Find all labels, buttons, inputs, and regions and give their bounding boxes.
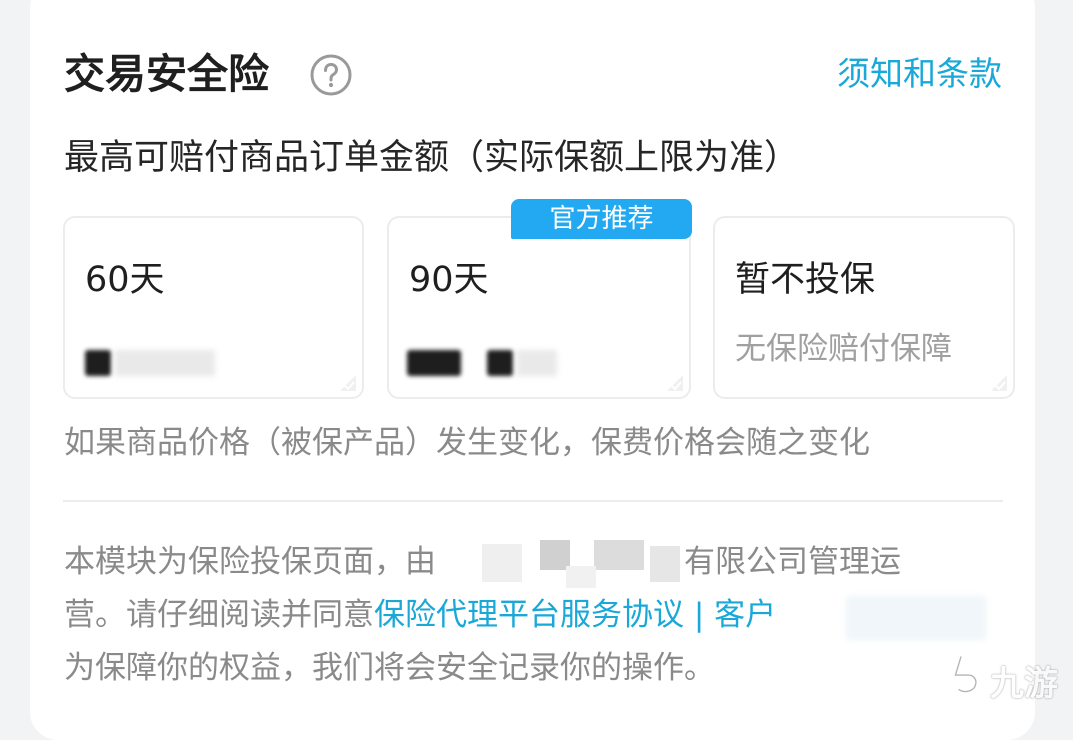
footer-text: 本模块为保险投保页面，由 (64, 544, 436, 580)
check-corner-icon (667, 375, 683, 391)
redacted-price-blur (517, 350, 557, 376)
check-corner-icon (340, 375, 356, 391)
redaction-block (594, 540, 644, 570)
option-title: 90天 (409, 260, 489, 300)
redaction-block (566, 566, 596, 588)
site-watermark: 九游 (946, 650, 1068, 706)
divider (63, 500, 1003, 502)
platform-agreement-link[interactable]: 保险代理平台服务协议 (374, 597, 684, 633)
redaction-block (650, 546, 680, 582)
option-no-insurance[interactable]: 暂不投保 无保险赔付保障 (713, 216, 1015, 399)
redacted-price (85, 350, 111, 376)
footer-text: 有限公司管理运 (684, 544, 901, 580)
watermark-text: 九游 (990, 664, 1058, 704)
option-60-days[interactable]: 60天 (63, 216, 364, 399)
customer-link[interactable]: 客户 (714, 597, 776, 633)
footer-text: 营。请仔细阅读并同意 (64, 597, 374, 633)
redacted-price-blur (115, 350, 215, 376)
check-corner-icon (991, 375, 1007, 391)
logo-icon (951, 654, 979, 695)
option-title: 暂不投保 (735, 260, 876, 300)
terms-link[interactable]: 须知和条款 (837, 50, 1002, 98)
recommended-badge: 官方推荐 (511, 199, 692, 239)
redacted-price (487, 350, 513, 376)
option-desc: 无保险赔付保障 (735, 331, 952, 367)
help-icon[interactable] (309, 53, 353, 97)
option-90-days[interactable]: 90天 (387, 216, 691, 399)
redaction-block (846, 596, 986, 640)
footer-line-1: 本模块为保险投保页面，由 有限公司管理运 (64, 536, 984, 589)
link-separator: | (684, 597, 715, 633)
price-change-note: 如果商品价格（被保产品）发生变化，保费价格会随之变化 (64, 425, 870, 461)
redacted-price (407, 350, 461, 376)
footer-line-3: 为保障你的权益，我们将会安全记录你的操作。 (64, 642, 984, 695)
coverage-subtitle: 最高可赔付商品订单金额（实际保额上限为准） (64, 138, 800, 178)
redaction-block (482, 544, 522, 582)
page-title: 交易安全险 (64, 50, 269, 98)
footer-text: 为保障你的权益，我们将会安全记录你的操作。 (64, 650, 715, 686)
option-title: 60天 (85, 260, 165, 300)
